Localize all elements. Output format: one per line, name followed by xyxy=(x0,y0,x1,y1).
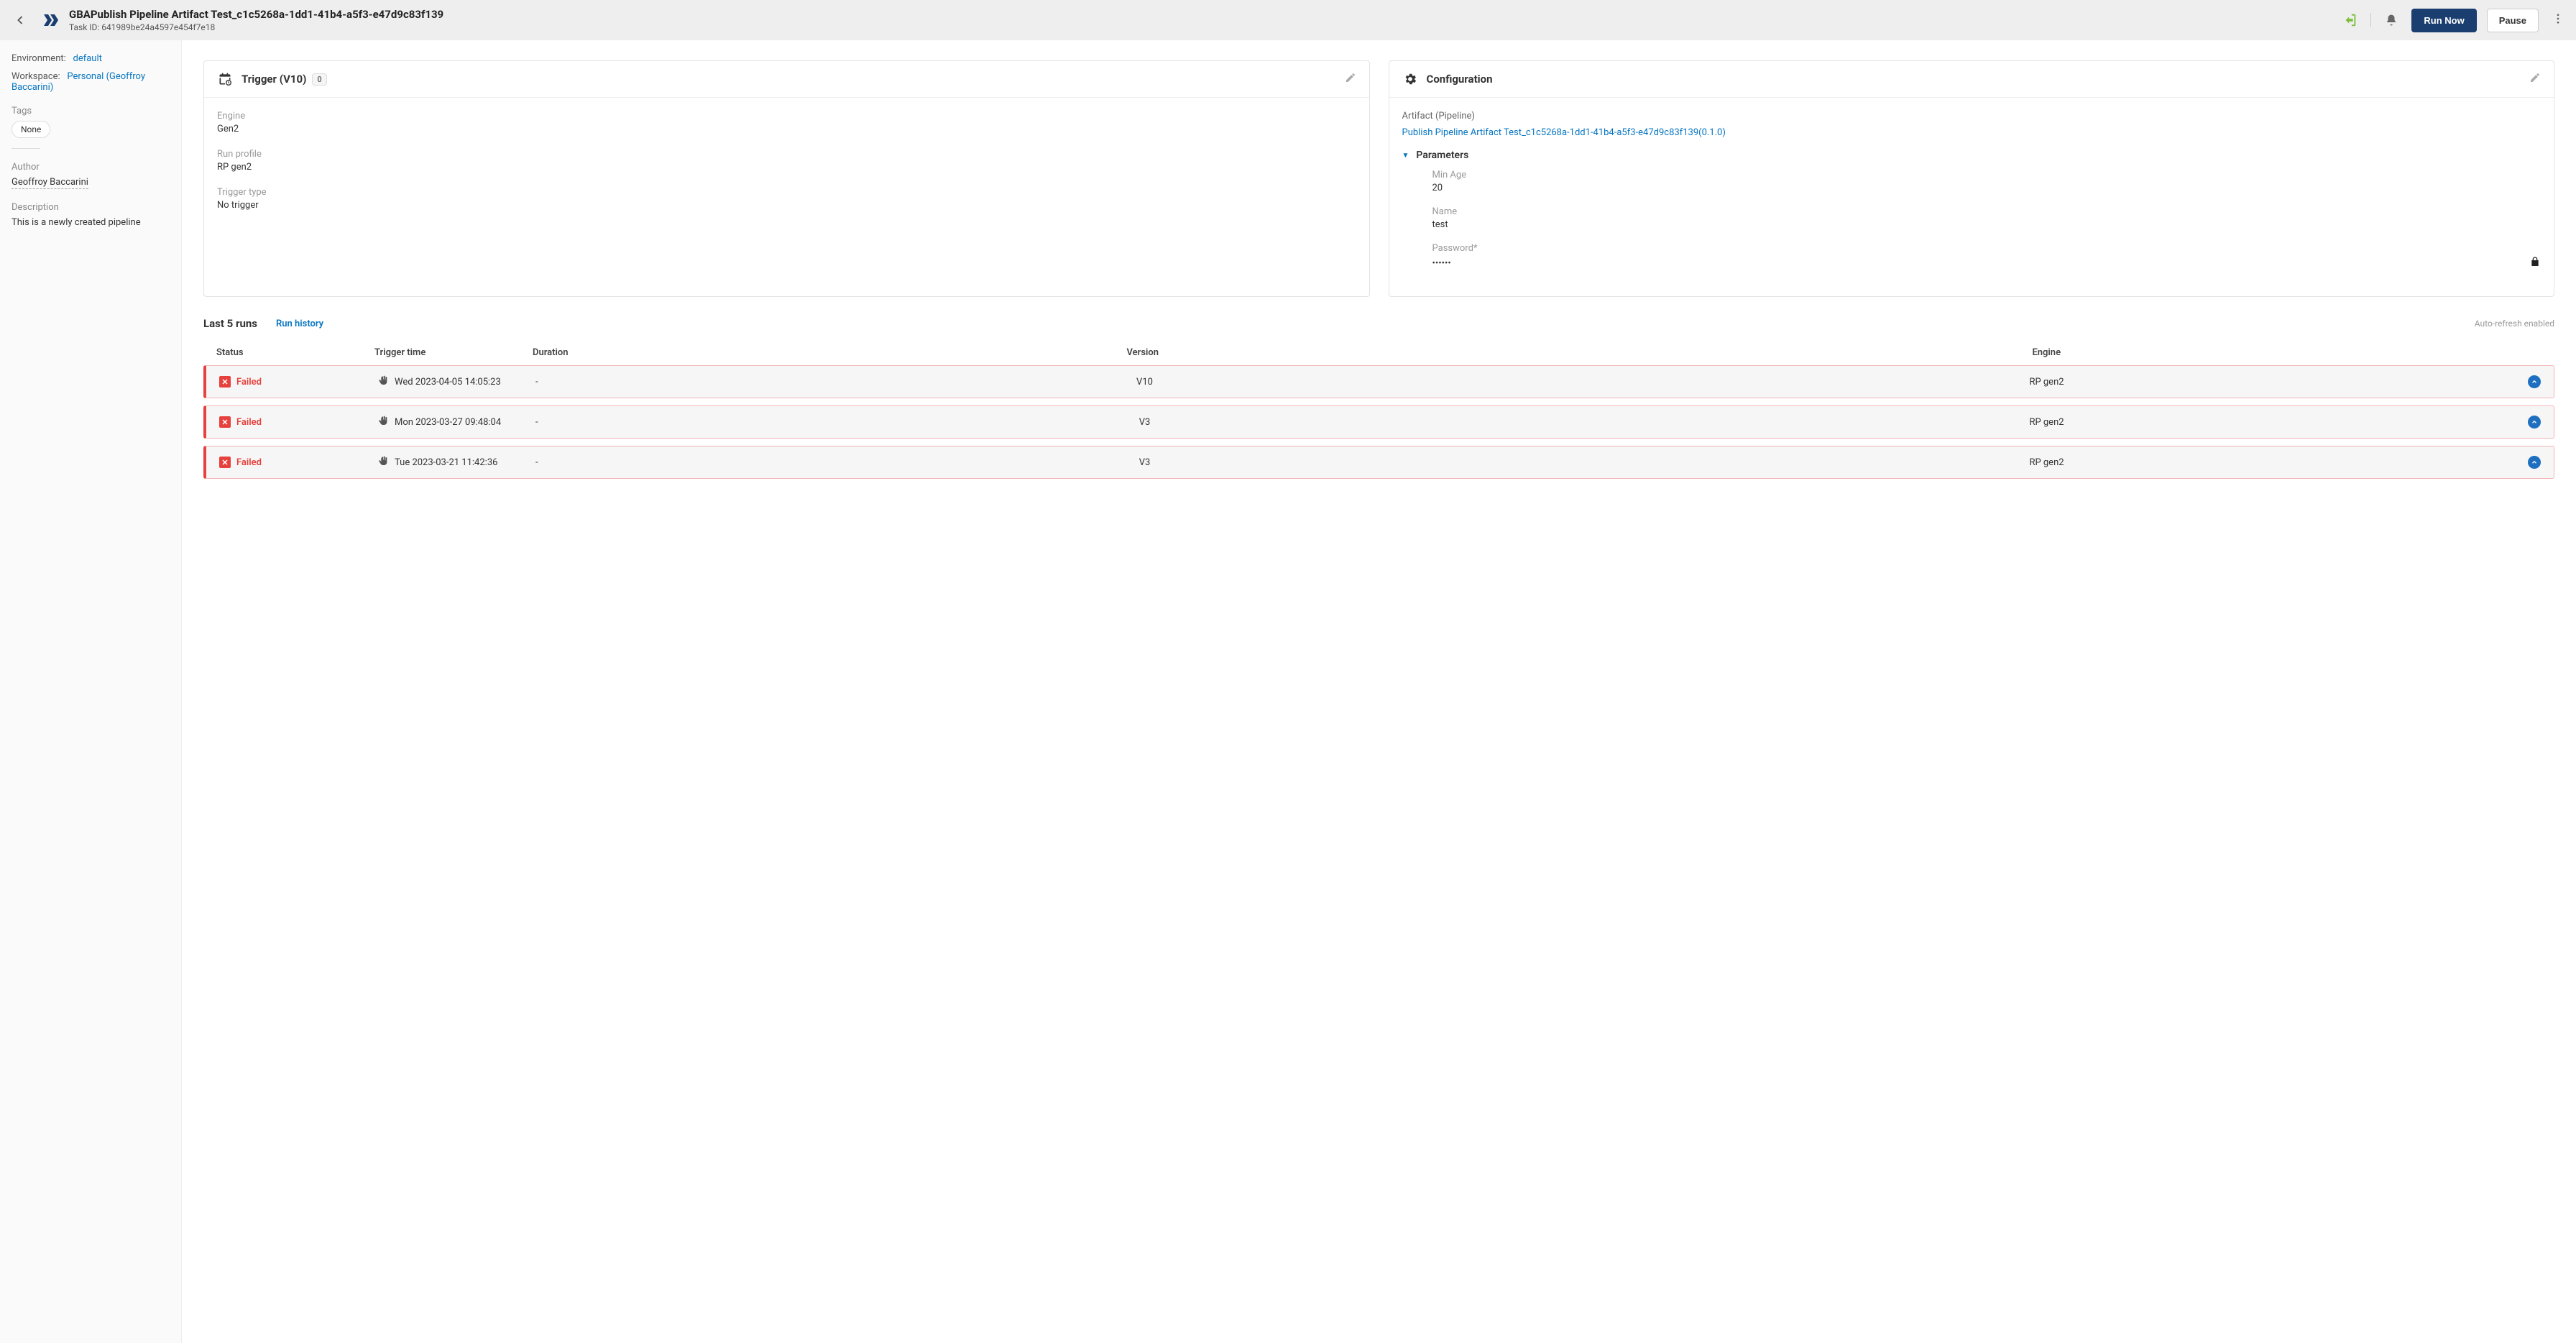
version-cell: V3 xyxy=(694,457,1596,468)
sidebar-divider xyxy=(12,148,40,149)
name-value: test xyxy=(1432,219,2542,230)
kebab-menu[interactable] xyxy=(2549,9,2567,31)
config-card: Configuration Artifact (Pipeline) Publis… xyxy=(1389,60,2555,297)
col-version: Version xyxy=(691,347,1595,358)
expand-button[interactable] xyxy=(2528,456,2541,469)
name-label: Name xyxy=(1432,206,2542,217)
desc-label: Description xyxy=(12,202,170,213)
main: Trigger (V10) 0 Engine Gen2 R xyxy=(182,40,2576,1343)
engine-cell: RP gen2 xyxy=(1596,457,2498,468)
status-text: Failed xyxy=(236,457,262,468)
hand-icon xyxy=(377,375,389,389)
calendar-icon xyxy=(217,71,233,87)
engine-value: Gen2 xyxy=(217,124,1356,134)
trigger-badge: 0 xyxy=(312,73,326,86)
tag-none: None xyxy=(12,121,50,138)
page-title: GBAPublish Pipeline Artifact Test_c1c526… xyxy=(69,8,2332,21)
hand-icon xyxy=(377,455,389,469)
params-toggle[interactable]: ▼ Parameters xyxy=(1402,150,2542,161)
author-name: Geoffroy Baccarini xyxy=(12,177,88,189)
chevron-down-icon: ▼ xyxy=(1402,152,1409,160)
x-icon: ✕ xyxy=(219,376,231,388)
run-now-button[interactable]: Run Now xyxy=(2411,9,2476,32)
col-engine: Engine xyxy=(1595,347,2499,358)
x-icon: ✕ xyxy=(219,416,231,428)
trigger-title: Trigger (V10) 0 xyxy=(242,73,1336,86)
trigger-time: Wed 2023-04-05 14:05:23 xyxy=(395,377,501,388)
env-label: Environment: xyxy=(12,53,66,64)
expand-button[interactable] xyxy=(2528,375,2541,388)
trigger-card: Trigger (V10) 0 Engine Gen2 R xyxy=(203,60,1370,297)
desc-value: This is a newly created pipeline xyxy=(12,217,170,228)
config-title: Configuration xyxy=(1427,73,2521,86)
pause-button[interactable]: Pause xyxy=(2487,9,2539,32)
lock-icon xyxy=(2529,256,2541,270)
version-cell: V10 xyxy=(694,377,1596,388)
exit-icon[interactable] xyxy=(2340,10,2360,30)
duration-cell: - xyxy=(535,377,694,388)
run-row[interactable]: ✕ Failed Mon 2023-03-27 09:48:04 - V3 RP… xyxy=(203,405,2554,439)
runs-table-head: Status Trigger time Duration Version Eng… xyxy=(203,340,2554,365)
auto-refresh-label: Auto-refresh enabled xyxy=(2475,318,2554,329)
runs-body: ✕ Failed Wed 2023-04-05 14:05:23 - V10 R… xyxy=(203,365,2554,479)
ws-label: Workspace: xyxy=(12,71,60,82)
status-cell: ✕ Failed xyxy=(219,457,377,468)
version-cell: V3 xyxy=(694,417,1596,428)
col-status: Status xyxy=(216,347,374,358)
col-trigger: Trigger time xyxy=(374,347,533,358)
header: GBAPublish Pipeline Artifact Test_c1c526… xyxy=(0,0,2576,40)
tags-label: Tags xyxy=(12,106,170,116)
back-button[interactable] xyxy=(9,9,32,32)
author-label: Author xyxy=(12,162,170,173)
env-row: Environment: default xyxy=(12,53,170,64)
header-title-block: GBAPublish Pipeline Artifact Test_c1c526… xyxy=(69,8,2332,32)
trigger-time: Tue 2023-03-21 11:42:36 xyxy=(395,457,497,468)
run-row[interactable]: ✕ Failed Wed 2023-04-05 14:05:23 - V10 R… xyxy=(203,365,2554,398)
type-value: No trigger xyxy=(217,200,1356,211)
trigger-cell: Wed 2023-04-05 14:05:23 xyxy=(377,375,535,389)
hand-icon xyxy=(377,415,389,429)
artifact-label: Artifact (Pipeline) xyxy=(1402,111,2542,122)
status-text: Failed xyxy=(236,377,262,388)
engine-label: Engine xyxy=(217,111,1356,122)
minage-label: Min Age xyxy=(1432,170,2542,180)
header-divider xyxy=(2370,13,2371,27)
app-logo xyxy=(40,10,60,30)
config-edit-button[interactable] xyxy=(2529,72,2541,86)
duration-cell: - xyxy=(535,457,694,468)
gear-icon xyxy=(1402,71,1418,87)
ws-row: Workspace: Personal (Geoffroy Baccarini) xyxy=(12,71,170,93)
status-cell: ✕ Failed xyxy=(219,416,377,428)
sidebar: Environment: default Workspace: Personal… xyxy=(0,40,182,1343)
bell-icon[interactable] xyxy=(2381,10,2401,30)
trigger-time: Mon 2023-03-27 09:48:04 xyxy=(395,417,501,428)
duration-cell: - xyxy=(535,417,694,428)
engine-cell: RP gen2 xyxy=(1596,377,2498,388)
status-cell: ✕ Failed xyxy=(219,376,377,388)
runs-header: Last 5 runs Run history Auto-refresh ena… xyxy=(203,317,2554,330)
trigger-cell: Tue 2023-03-21 11:42:36 xyxy=(377,455,535,469)
profile-label: Run profile xyxy=(217,149,1356,160)
engine-cell: RP gen2 xyxy=(1596,417,2498,428)
type-label: Trigger type xyxy=(217,187,1356,198)
profile-value: RP gen2 xyxy=(217,162,1356,173)
password-value: •••••• xyxy=(1432,258,1451,269)
artifact-link[interactable]: Publish Pipeline Artifact Test_c1c5268a-… xyxy=(1402,127,2542,138)
env-link[interactable]: default xyxy=(73,53,101,64)
trigger-edit-button[interactable] xyxy=(1345,72,1356,86)
trigger-cell: Mon 2023-03-27 09:48:04 xyxy=(377,415,535,429)
run-history-link[interactable]: Run history xyxy=(276,318,323,329)
runs-title: Last 5 runs xyxy=(203,317,257,330)
expand-button[interactable] xyxy=(2528,416,2541,428)
x-icon: ✕ xyxy=(219,457,231,468)
status-text: Failed xyxy=(236,417,262,428)
minage-value: 20 xyxy=(1432,183,2542,193)
password-label: Password* xyxy=(1432,243,2542,254)
col-duration: Duration xyxy=(533,347,691,358)
run-row[interactable]: ✕ Failed Tue 2023-03-21 11:42:36 - V3 RP… xyxy=(203,446,2554,479)
task-id: Task ID: 641989be24a4597e454f7e18 xyxy=(69,22,2332,32)
header-actions: Run Now Pause xyxy=(2340,9,2567,32)
